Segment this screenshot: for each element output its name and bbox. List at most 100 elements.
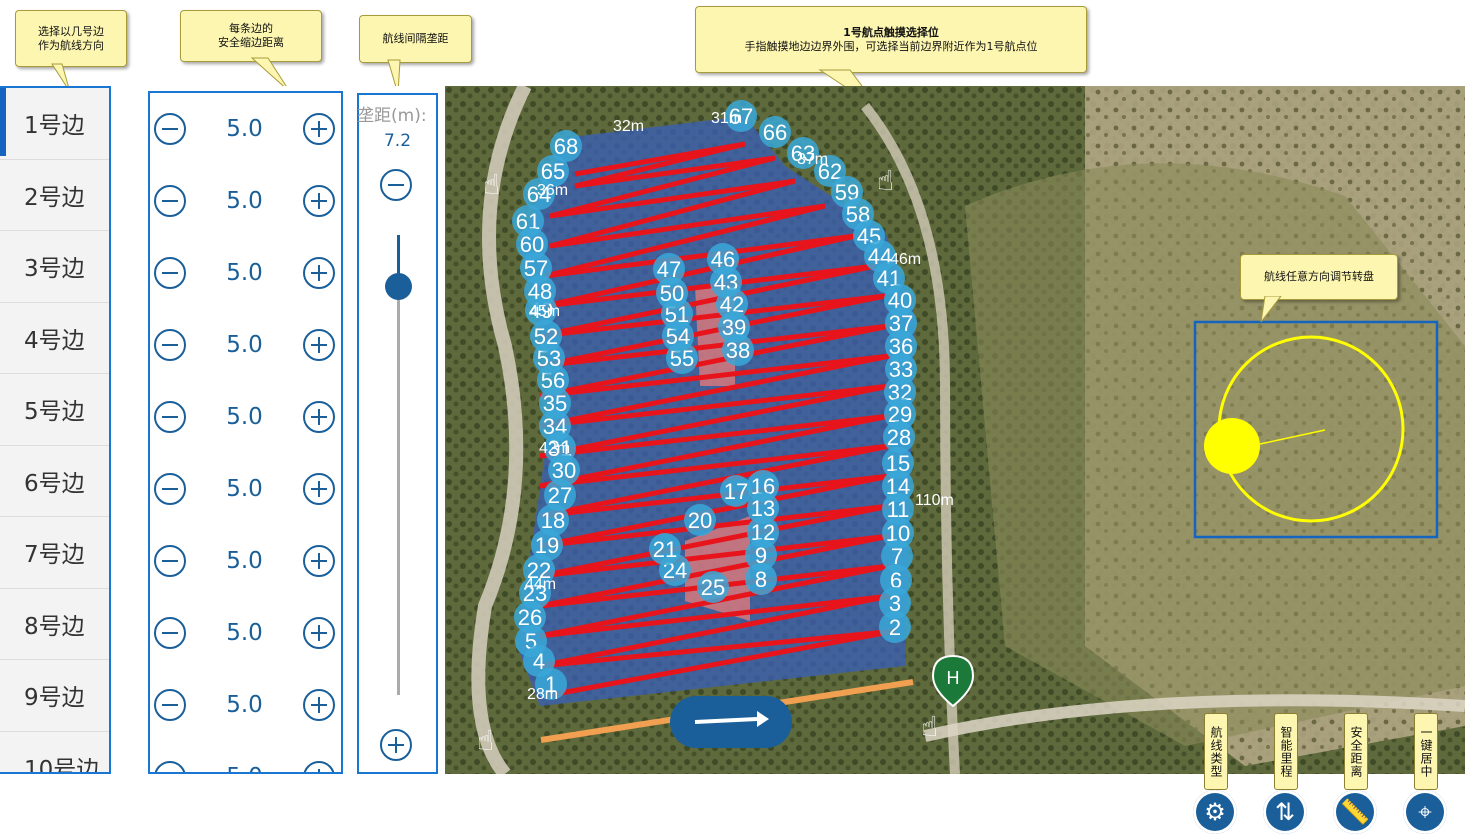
edge-length-label: 28m — [527, 686, 558, 703]
distance-value: 5.0 — [226, 692, 263, 718]
center-button[interactable]: ⌖ — [1403, 790, 1447, 834]
waypoint-marker[interactable]: 47 — [653, 253, 685, 285]
decrease-button[interactable] — [154, 257, 186, 289]
decrease-button[interactable] — [154, 473, 186, 505]
waypoint-number: 68 — [554, 134, 578, 159]
distance-value: 5.0 — [226, 188, 263, 214]
waypoint-number: 20 — [688, 508, 712, 533]
edge-length-label: 31m — [711, 110, 742, 127]
decrease-button[interactable] — [154, 401, 186, 433]
satellite-map[interactable]: H ☝ ☝ ☝ ☝ 68 67 66 65 64 63 62 61 60 59 58 57 56 55 54… — [445, 82, 1465, 834]
waypoint-number: 28 — [887, 425, 911, 450]
safe-distance-list: 5.0 5.0 5.0 5.0 5.0 5.0 5.0 5.0 5.0 — [148, 91, 343, 774]
decrease-button[interactable] — [154, 329, 186, 361]
decrease-button[interactable] — [154, 689, 186, 721]
edge-item-10[interactable]: 10号边 — [0, 731, 109, 772]
decrease-button[interactable] — [154, 545, 186, 577]
distance-value: 5.0 — [226, 116, 263, 142]
waypoint-number: 21 — [653, 537, 677, 562]
gear-icon: ⚙ — [1204, 798, 1226, 826]
waypoint-number: 48 — [528, 279, 552, 304]
center-label: 一键居中 — [1414, 713, 1438, 790]
increase-button[interactable] — [302, 473, 335, 505]
gap-slider-track[interactable] — [397, 235, 400, 695]
waypoint-marker[interactable]: 25 — [697, 571, 729, 603]
direction-dial-handle[interactable] — [1204, 418, 1260, 474]
edge-item-1[interactable]: 1号边 — [0, 88, 109, 160]
increase-button[interactable] — [302, 401, 335, 433]
increase-button[interactable] — [302, 113, 335, 145]
hand-pointer-icon: ☝ — [483, 168, 500, 201]
distance-row-3: 5.0 — [150, 237, 341, 309]
route-type-label: 航线类型 — [1204, 713, 1228, 790]
edge-item-2[interactable]: 2号边 — [0, 159, 109, 231]
route-type-button[interactable]: ⚙ — [1193, 790, 1237, 834]
increase-button[interactable] — [302, 689, 335, 721]
gap-increase-button[interactable] — [380, 729, 412, 761]
waypoint-marker[interactable]: 2 — [879, 611, 911, 643]
safe-distance-label: 安全距离 — [1344, 713, 1368, 790]
distance-row-4: 5.0 — [150, 309, 341, 381]
distance-value: 5.0 — [226, 620, 263, 646]
distance-value: 5.0 — [226, 548, 263, 574]
edge-item-5[interactable]: 5号边 — [0, 374, 109, 446]
increase-button[interactable] — [302, 617, 335, 649]
safe-distance-button[interactable]: 📏 — [1333, 790, 1377, 834]
decrease-button[interactable] — [154, 185, 186, 217]
waypoint-marker[interactable]: 8 — [745, 563, 777, 595]
decrease-button[interactable] — [154, 113, 186, 145]
edge-list: 1号边 2号边 3号边 4号边 5号边 6号边 7号边 8号边 9号边 10号边 — [0, 86, 111, 774]
waypoint-marker[interactable]: 18 — [537, 504, 569, 536]
increase-button[interactable] — [302, 545, 335, 577]
decrease-button[interactable] — [154, 617, 186, 649]
gap-label: 垄距(m): — [357, 106, 427, 126]
increase-button[interactable] — [302, 761, 335, 772]
distance-value: 5.0 — [226, 764, 263, 772]
decrease-button[interactable] — [154, 761, 186, 772]
edge-length-label: 44m — [525, 576, 556, 593]
distance-row-1: 5.0 — [150, 93, 341, 165]
waypoint-number: 19 — [535, 533, 559, 558]
edge-item-6[interactable]: 6号边 — [0, 445, 109, 517]
increase-button[interactable] — [302, 185, 335, 217]
edge-item-3[interactable]: 3号边 — [0, 231, 109, 303]
increase-button[interactable] — [302, 257, 335, 289]
edge-item-8[interactable]: 8号边 — [0, 588, 109, 660]
edge-length-label: 110m — [915, 492, 954, 509]
distance-row-9: 5.0 — [150, 669, 341, 741]
gap-slider-handle[interactable] — [385, 272, 412, 300]
smart-range-label: 智能里程 — [1274, 713, 1298, 790]
waypoint-number: 25 — [701, 575, 725, 600]
gap-decrease-button[interactable] — [380, 169, 412, 201]
distance-value: 5.0 — [226, 476, 263, 502]
distance-row-5: 5.0 — [150, 381, 341, 453]
increase-button[interactable] — [302, 329, 335, 361]
waypoint-number: 52 — [534, 324, 558, 349]
distance-row-7: 5.0 — [150, 525, 341, 597]
distance-row-2: 5.0 — [150, 165, 341, 237]
waypoint-marker[interactable]: 38 — [722, 334, 754, 366]
waypoint-number: 47 — [657, 257, 681, 282]
edge-item-7[interactable]: 7号边 — [0, 517, 109, 589]
waypoint-number: 17 — [724, 479, 748, 504]
waypoint-number: 30 — [552, 458, 576, 483]
waypoint-marker[interactable]: 20 — [684, 504, 716, 536]
waypoint-marker[interactable]: 66 — [759, 116, 791, 148]
waypoint-number: 8 — [755, 567, 767, 592]
smart-range-button[interactable]: ⇅ — [1263, 790, 1307, 834]
distance-row-8: 5.0 — [150, 597, 341, 669]
distance-value: 5.0 — [226, 260, 263, 286]
edge-item-4[interactable]: 4号边 — [0, 302, 109, 374]
edge-item-9[interactable]: 9号边 — [0, 660, 109, 732]
home-label: H — [947, 668, 960, 688]
map-canvas[interactable]: H ☝ ☝ ☝ ☝ 686766656463626160595857565554… — [445, 82, 1465, 779]
waypoint-marker[interactable]: 21 — [649, 533, 681, 565]
route-icon: ⇅ — [1274, 798, 1296, 826]
gap-value: 7.2 — [383, 131, 412, 151]
hand-pointer-icon: ☝ — [477, 724, 494, 757]
waypoint-marker[interactable]: 17 — [720, 475, 752, 507]
edge-length-label: 36m — [537, 182, 568, 199]
dial-callout: 航线任意方向调节转盘 — [1240, 254, 1398, 300]
waypoint-number: 18 — [541, 508, 565, 533]
waypoint-number: 50 — [660, 281, 684, 306]
